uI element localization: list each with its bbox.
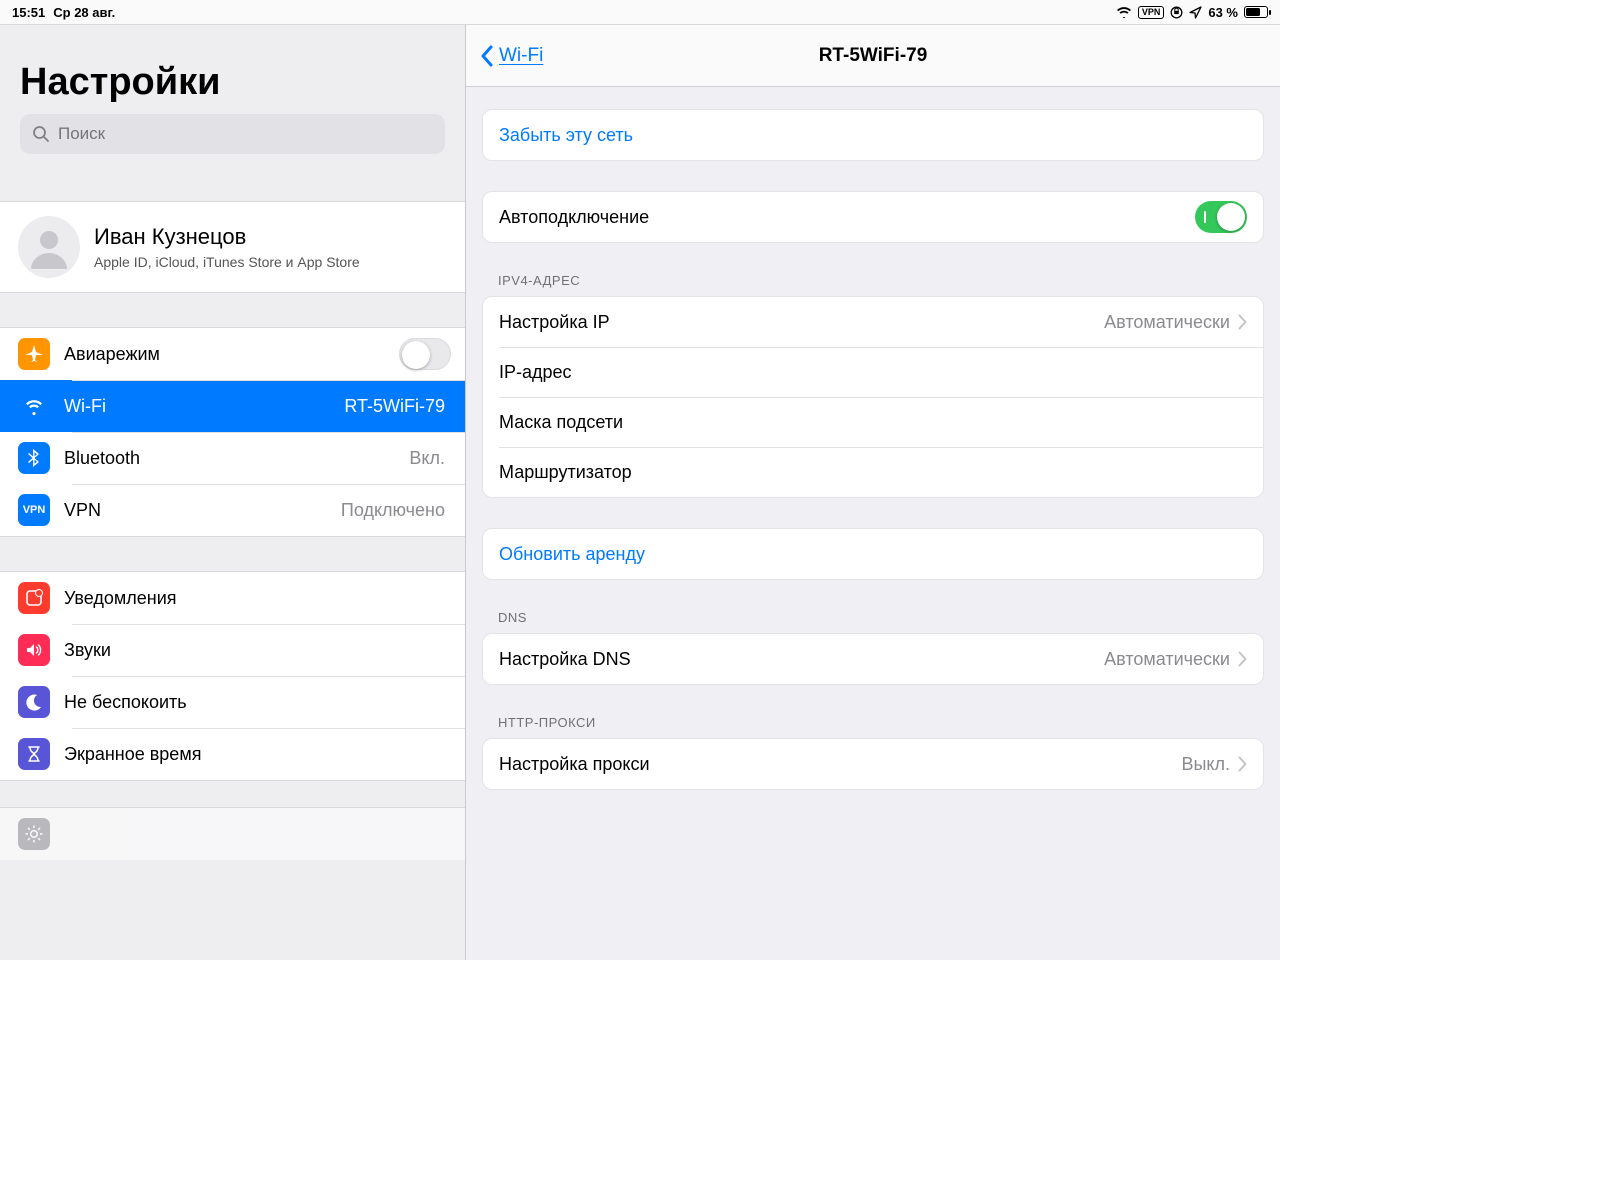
section-header-ipv4: IPV4-АДРЕС: [482, 273, 1264, 296]
sidebar-item-wifi[interactable]: Wi-Fi RT-5WiFi-79: [0, 380, 465, 432]
row-label: Маршрутизатор: [499, 462, 1247, 483]
forget-network-button[interactable]: Забыть эту сеть: [483, 110, 1263, 160]
row-value: Автоматически: [1104, 312, 1230, 333]
configure-proxy-row[interactable]: Настройка прокси Выкл.: [483, 739, 1263, 789]
hourglass-icon: [18, 738, 50, 770]
nav-bar: Wi-Fi RT-5WiFi-79: [466, 25, 1280, 87]
battery-icon: [1244, 6, 1268, 18]
sidebar-title: Настройки: [20, 61, 445, 104]
chevron-right-icon: [1238, 651, 1247, 667]
vpn-icon: VPN: [18, 494, 50, 526]
vpn-status-icon: VPN: [1138, 6, 1165, 19]
section-header-proxy: HTTP-ПРОКСИ: [482, 715, 1264, 738]
detail-pane: Wi-Fi RT-5WiFi-79 Забыть эту сеть: [466, 25, 1280, 960]
chevron-right-icon: [1238, 314, 1247, 330]
search-icon: [32, 125, 50, 143]
row-label: Забыть эту сеть: [499, 125, 1247, 146]
sidebar-item-general[interactable]: x: [0, 808, 465, 860]
ip-address-row: IP-адрес: [483, 347, 1263, 397]
section-header-dns: DNS: [482, 610, 1264, 633]
router-row: Маршрутизатор: [483, 447, 1263, 497]
renew-lease-button[interactable]: Обновить аренду: [483, 529, 1263, 579]
status-date: Ср 28 авг.: [53, 5, 115, 20]
sidebar-item-bluetooth[interactable]: Bluetooth Вкл.: [0, 432, 465, 484]
sidebar-item-value: Подключено: [341, 500, 445, 521]
sidebar-item-label: Звуки: [64, 640, 451, 661]
airplane-toggle[interactable]: [399, 338, 451, 370]
notifications-icon: [18, 582, 50, 614]
sidebar-item-value: Вкл.: [409, 448, 445, 469]
sidebar-item-notifications[interactable]: Уведомления: [0, 572, 465, 624]
row-label: IP-адрес: [499, 362, 1247, 383]
user-subtitle: Apple ID, iCloud, iTunes Store и App Sto…: [94, 254, 360, 270]
sidebar-item-label: Авиарежим: [64, 344, 399, 365]
row-label: Настройка IP: [499, 312, 1104, 333]
chevron-right-icon: [1238, 756, 1247, 772]
row-label: Настройка прокси: [499, 754, 1181, 775]
row-label: Маска подсети: [499, 412, 1247, 433]
sidebar-item-label: Не беспокоить: [64, 692, 451, 713]
location-icon: [1189, 6, 1202, 19]
row-value: Автоматически: [1104, 649, 1230, 670]
sounds-icon: [18, 634, 50, 666]
airplane-icon: [18, 338, 50, 370]
sidebar-item-value: RT-5WiFi-79: [344, 396, 445, 417]
gear-icon: [18, 818, 50, 850]
status-bar: 15:51 Ср 28 авг. VPN 63 %: [0, 0, 1280, 24]
sidebar-item-label: VPN: [64, 500, 341, 521]
search-field[interactable]: [20, 114, 445, 154]
back-button[interactable]: Wi-Fi: [480, 45, 543, 67]
configure-dns-row[interactable]: Настройка DNS Автоматически: [483, 634, 1263, 684]
search-input[interactable]: [58, 124, 433, 144]
page-title: RT-5WiFi-79: [819, 45, 928, 67]
bluetooth-icon: [18, 442, 50, 474]
sidebar-item-screentime[interactable]: Экранное время: [0, 728, 465, 780]
user-name: Иван Кузнецов: [94, 224, 360, 250]
auto-join-toggle[interactable]: [1195, 201, 1247, 233]
sidebar-item-label: Bluetooth: [64, 448, 409, 469]
sidebar-item-dnd[interactable]: Не беспокоить: [0, 676, 465, 728]
status-time: 15:51: [12, 5, 45, 20]
avatar: [18, 216, 80, 278]
settings-sidebar: Настройки Иван Кузнецов Apple ID, iCloud…: [0, 25, 466, 960]
row-label: Настройка DNS: [499, 649, 1104, 670]
battery-percent: 63 %: [1208, 5, 1238, 20]
wifi-icon: [1116, 6, 1132, 18]
wifi-icon: [18, 390, 50, 422]
orientation-lock-icon: [1170, 6, 1183, 19]
sidebar-item-sounds[interactable]: Звуки: [0, 624, 465, 676]
sidebar-item-label: Wi-Fi: [64, 396, 344, 417]
sidebar-item-vpn[interactable]: VPN VPN Подключено: [0, 484, 465, 536]
row-label: Автоподключение: [499, 207, 1195, 228]
subnet-mask-row: Маска подсети: [483, 397, 1263, 447]
row-value: Выкл.: [1181, 754, 1230, 775]
configure-ip-row[interactable]: Настройка IP Автоматически: [483, 297, 1263, 347]
auto-join-row: Автоподключение: [483, 192, 1263, 242]
chevron-left-icon: [480, 45, 494, 67]
apple-id-row[interactable]: Иван Кузнецов Apple ID, iCloud, iTunes S…: [0, 202, 465, 292]
moon-icon: [18, 686, 50, 718]
sidebar-item-airplane[interactable]: Авиарежим: [0, 328, 465, 380]
row-label: Обновить аренду: [499, 544, 1247, 565]
sidebar-item-label: Экранное время: [64, 744, 451, 765]
back-label: Wi-Fi: [499, 45, 543, 67]
sidebar-item-label: Уведомления: [64, 588, 451, 609]
